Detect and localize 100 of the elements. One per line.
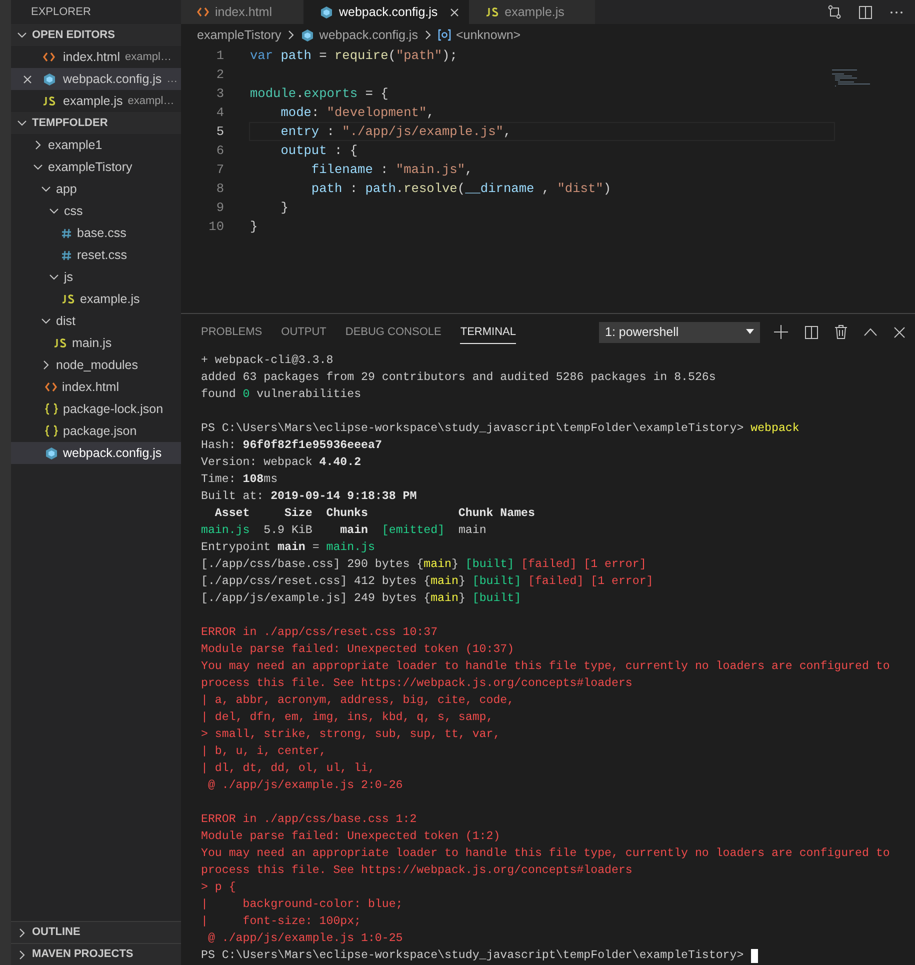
curly-braces-icon xyxy=(45,403,58,415)
code-line: var path = require("path"); xyxy=(249,47,458,65)
terminal-line: > p { xyxy=(201,880,237,896)
more-icon[interactable] xyxy=(890,10,903,14)
chevron-right-icon xyxy=(286,30,296,40)
panel-tab[interactable]: PROBLEMS xyxy=(201,320,262,344)
folder-row[interactable]: js xyxy=(11,266,181,288)
terminal-line: Module parse failed: Unexpected token (10:37) xyxy=(201,642,516,658)
terminal-line: added 63 packages from 29 contributors and audited 5286 packages in 8.526s xyxy=(201,370,717,386)
terminal-line: Built at: 2019-09-14 9:18:38 PM xyxy=(201,489,418,505)
terminal-line: Module parse failed: Unexpected token (1:2) xyxy=(201,829,502,845)
editor-tab[interactable]: webpack.config.js xyxy=(304,0,469,24)
code-brackets-icon xyxy=(197,7,209,17)
code-line: module.exports = { xyxy=(249,85,390,103)
symbol-icon xyxy=(438,29,451,41)
curly-braces-icon xyxy=(45,425,58,437)
chevron-up-icon[interactable] xyxy=(864,328,877,336)
folder-row[interactable]: example1 xyxy=(11,134,181,156)
chevron-right-icon xyxy=(41,360,51,370)
file-row[interactable]: index.html xyxy=(11,376,181,398)
hash-icon xyxy=(61,250,72,260)
terminal-line: process this file. See https://webpack.js.org/concepts#loaders xyxy=(201,863,634,879)
chevron-right-icon xyxy=(17,928,27,938)
terminal-line: Time: 108ms xyxy=(201,472,279,488)
terminal-line: | background-color: blue; xyxy=(201,897,404,913)
panel-tab[interactable]: OUTPUT xyxy=(281,320,326,344)
terminal-line: main.js 5.9 KiB main [emitted] main xyxy=(201,523,488,539)
folder-row[interactable]: app xyxy=(11,178,181,200)
compare-changes-icon[interactable] xyxy=(828,5,841,19)
terminal-line: | font-size: 100px; xyxy=(201,914,362,930)
open-editor-item[interactable]: example.js exampl… xyxy=(11,90,181,112)
terminal-line: ERROR in ./app/css/reset.css 10:37 xyxy=(201,625,439,641)
line-number: 5 xyxy=(216,123,224,141)
code-line: filename : "main.js", xyxy=(310,161,474,179)
line-number: 6 xyxy=(216,142,224,160)
split-editor-icon[interactable] xyxy=(859,6,872,18)
open-editor-item[interactable]: webpack.config.js … xyxy=(11,68,181,90)
line-number: 1 xyxy=(216,47,224,65)
code-line: path : path.resolve(__dirname , "dist") xyxy=(310,180,612,198)
terminal-line: [./app/css/reset.css] 412 bytes {main} [built] [failed] [1 error] xyxy=(201,574,654,590)
split-terminal-icon[interactable] xyxy=(805,326,818,338)
open-editor-item[interactable]: index.html exampl… xyxy=(11,46,181,68)
terminal-select[interactable]: 1: powershell xyxy=(599,322,760,342)
panel-tab[interactable]: TERMINAL xyxy=(460,320,516,344)
chevron-right-icon xyxy=(33,140,43,150)
terminal-line: | del, dfn, em, img, ins, kbd, q, s, samp, xyxy=(201,710,494,726)
editor-tab[interactable]: index.html xyxy=(181,0,303,24)
close-icon[interactable] xyxy=(894,326,905,338)
dropdown-caret-icon xyxy=(746,329,754,335)
terminal-line: Entrypoint main = main.js xyxy=(201,540,376,556)
close-icon[interactable] xyxy=(450,8,459,16)
breadcrumb-item[interactable]: webpack.config.js xyxy=(301,26,418,44)
file-row[interactable]: reset.css xyxy=(11,244,181,266)
file-row[interactable]: package.json xyxy=(11,420,181,442)
file-row[interactable]: webpack.config.js xyxy=(11,442,181,464)
file-row[interactable]: main.js xyxy=(11,332,181,354)
terminal-line: You may need an appropriate loader to handle this file type, currently no loaders are configured to xyxy=(201,846,891,862)
code-line: mode: "development", xyxy=(280,104,436,122)
terminal-cursor xyxy=(750,948,758,962)
terminal-line: found 0 vulnerabilities xyxy=(201,387,362,403)
folder-row[interactable]: exampleTistory xyxy=(11,156,181,178)
section-header[interactable]: OUTLINE xyxy=(11,921,181,943)
line-number: 4 xyxy=(216,104,224,122)
chevron-right-icon xyxy=(422,30,433,40)
close-icon[interactable] xyxy=(23,74,32,84)
chevron-right-icon xyxy=(17,950,27,960)
terminal-line: Asset Size Chunks Chunk Names xyxy=(214,506,536,522)
code-line: } xyxy=(280,199,290,217)
breadcrumb-item[interactable]: exampleTistory xyxy=(197,26,282,44)
folder-row[interactable]: dist xyxy=(11,310,181,332)
section-header[interactable]: MAVEN PROJECTS xyxy=(11,943,181,965)
terminal-line: | b, u, i, center, xyxy=(201,744,328,760)
cube-icon xyxy=(42,72,56,86)
line-number: 7 xyxy=(216,161,224,179)
trash-icon[interactable] xyxy=(835,325,847,339)
file-row[interactable]: package-lock.json xyxy=(11,398,181,420)
chevron-down-icon xyxy=(49,206,59,216)
terminal-line: + webpack-cli@3.3.8 xyxy=(201,353,334,369)
terminal-line: PS C:\Users\Mars\eclipse-workspace\study_javascript\tempFolder\exampleTistory> xyxy=(201,947,915,964)
terminal-line: You may need an appropriate loader to handle this file type, currently no loaders are configured to xyxy=(201,659,891,675)
section-header[interactable]: OPEN EDITORS xyxy=(11,24,181,46)
terminal-line: process this file. See https://webpack.js.org/concepts#loaders xyxy=(201,676,634,692)
section-header[interactable]: TEMPFOLDER xyxy=(11,112,181,134)
file-row[interactable]: example.js xyxy=(11,288,181,310)
terminal-line: [./app/css/base.css] 290 bytes {main} [built] [failed] [1 error] xyxy=(201,557,648,573)
js-icon xyxy=(42,96,56,106)
chevron-down-icon xyxy=(41,316,51,326)
breadcrumb-item[interactable]: <unknown> xyxy=(438,26,521,44)
file-row[interactable]: base.css xyxy=(11,222,181,244)
panel-tab[interactable]: DEBUG CONSOLE xyxy=(345,320,442,344)
terminal-line: | a, abbr, acronym, address, big, cite, code, xyxy=(201,693,516,709)
folder-row[interactable]: css xyxy=(11,200,181,222)
chevron-down-icon xyxy=(33,162,43,172)
terminal-line: PS C:\Users\Mars\eclipse-workspace\study_javascript\tempFolder\exampleTistory> webpack xyxy=(201,421,800,437)
folder-row[interactable]: node_modules xyxy=(11,354,181,376)
chevron-down-icon xyxy=(17,30,27,40)
code-brackets-icon xyxy=(43,52,55,62)
cube-icon xyxy=(320,6,333,18)
plus-icon[interactable] xyxy=(774,325,788,339)
editor-tab[interactable]: example.js xyxy=(468,0,596,24)
